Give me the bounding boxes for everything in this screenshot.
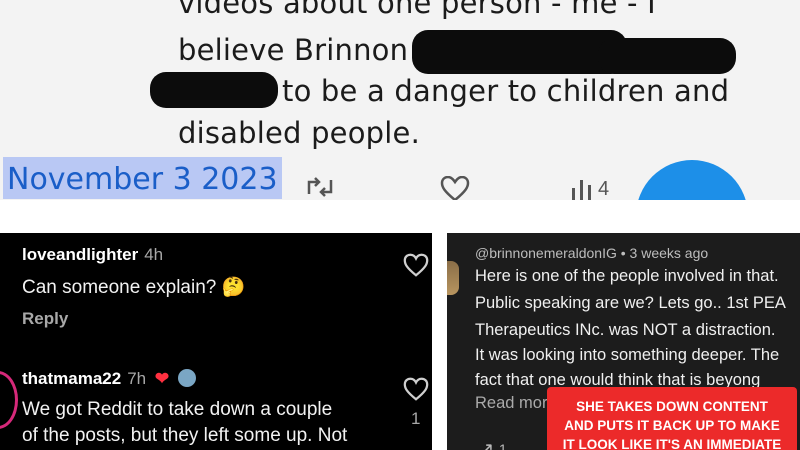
comment-1-header: loveandlighter 4h — [22, 245, 163, 265]
caption-line: IT LOOK LIKE IT'S AN IMMEDIATE — [562, 437, 782, 450]
share-count: 1 — [499, 441, 507, 450]
comment-line: Public speaking are we? Lets go.. 1st PE… — [475, 294, 786, 312]
comment-1-text: Can someone explain? 🤔 — [22, 277, 246, 298]
tweet-fragment: videos about one person - me - I believe… — [0, 0, 800, 200]
like-heart-icon[interactable] — [402, 251, 430, 279]
comment-username[interactable]: @brinnonemeraldonIG — [475, 245, 617, 261]
comment-1-username[interactable]: loveandlighter — [22, 245, 138, 264]
stats-value: 4 — [598, 178, 610, 200]
red-heart-icon: ❤ — [154, 369, 170, 388]
instagram-comments-panel: loveandlighter 4h Can someone explain? 🤔 … — [0, 233, 432, 450]
sticker-icon — [177, 369, 196, 387]
comment-2-username[interactable]: thatmama22 — [22, 369, 121, 388]
redaction-bar — [150, 72, 278, 108]
retweet-icon[interactable] — [305, 176, 335, 200]
like-heart-icon[interactable] — [402, 375, 430, 403]
comment-line: Here is one of the people involved in th… — [475, 267, 779, 285]
heart-outline-icon[interactable] — [440, 175, 470, 200]
separator — [0, 200, 800, 234]
comment-2-text-line-1: We got Reddit to take down a couple — [22, 399, 333, 420]
comment-1-time: 4h — [144, 245, 164, 264]
bar-chart-icon[interactable] — [570, 176, 596, 200]
avatar[interactable] — [0, 371, 18, 429]
comment-time: 3 weeks ago — [629, 245, 709, 261]
tweet-text-line-2: believe Brinnon — [178, 33, 409, 67]
comment-line: It was looking into something deeper. Th… — [475, 346, 780, 364]
compose-button[interactable] — [636, 160, 748, 200]
like-count: 1 — [411, 409, 421, 428]
tweet-text-line-1: videos about one person - me - I — [178, 0, 656, 20]
tweet-text-line-3: to be a danger to children and — [282, 74, 730, 108]
caption-overlay: SHE TAKES DOWN CONTENT AND PUTS IT BACK … — [547, 387, 797, 450]
comment-panel: @brinnonemeraldonIG • 3 weeks ago Here i… — [447, 233, 800, 450]
caption-line: SHE TAKES DOWN CONTENT — [576, 399, 768, 414]
reply-button[interactable]: Reply — [22, 309, 68, 329]
redaction-bar — [598, 38, 736, 74]
redaction-bar — [412, 30, 627, 74]
read-more-link[interactable]: Read more — [475, 394, 557, 413]
comment-2-time: 7h — [127, 369, 147, 388]
caption-line: AND PUTS IT BACK UP TO MAKE — [564, 418, 780, 433]
avatar[interactable] — [447, 261, 459, 295]
comment-2-text-line-2: of the posts, but they left some up. Not — [22, 425, 348, 446]
tweet-text-line-4: disabled people. — [178, 116, 420, 150]
comment-2-header: thatmama22 7h ❤ — [22, 369, 196, 389]
comment-line: Therapeutics INc. was NOT a distraction. — [475, 321, 776, 339]
tweet-date-highlighted: November 3 2023 — [3, 157, 282, 199]
share-icon[interactable]: ↗ — [479, 439, 494, 450]
comment-header: @brinnonemeraldonIG • 3 weeks ago — [475, 245, 709, 261]
